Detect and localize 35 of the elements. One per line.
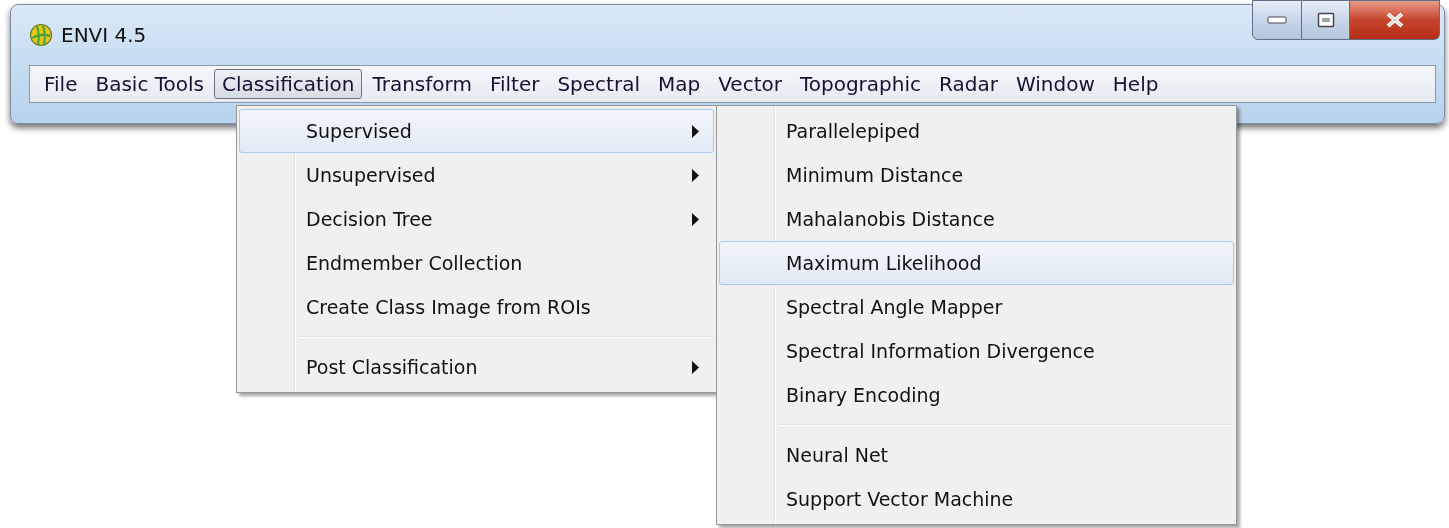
menu-bar-item[interactable]: Radar xyxy=(931,69,1006,99)
menu-bar-item[interactable]: Window xyxy=(1007,69,1103,99)
menu-bar-item[interactable]: Basic Tools xyxy=(87,69,213,99)
menu-item[interactable]: Unsupervised xyxy=(239,153,714,197)
menu-bar-item[interactable]: Transform xyxy=(364,69,480,99)
menu-item[interactable]: Decision Tree xyxy=(239,197,714,241)
menu-bar-item[interactable]: Map xyxy=(650,69,709,99)
minimize-icon xyxy=(1267,16,1287,24)
menu-item[interactable]: Mahalanobis Distance xyxy=(719,197,1234,241)
menu-bar-item[interactable]: Topographic xyxy=(791,69,930,99)
menu-bar-item[interactable]: File xyxy=(36,69,86,99)
maximize-button[interactable] xyxy=(1302,0,1350,40)
menu-item[interactable]: Create Class Image from ROIs xyxy=(239,285,714,329)
menu-bar-item[interactable]: Help xyxy=(1104,69,1167,99)
maximize-icon xyxy=(1316,12,1335,28)
close-icon xyxy=(1384,12,1405,28)
globe-logo-icon xyxy=(29,23,53,47)
menu-item[interactable]: Post Classification xyxy=(239,345,714,389)
menu-bar-item[interactable]: Filter xyxy=(481,69,548,99)
menu-bar-item[interactable]: Spectral xyxy=(549,69,648,99)
menu-item[interactable]: Supervised xyxy=(239,109,714,153)
menu-bar-item[interactable]: Classification xyxy=(214,69,363,99)
menu-item[interactable]: Binary Encoding xyxy=(719,373,1234,417)
menu-item[interactable]: Parallelepiped xyxy=(719,109,1234,153)
menu-item[interactable]: Neural Net xyxy=(719,433,1234,477)
menu-bar-item[interactable]: Vector xyxy=(710,69,790,99)
menu-item[interactable]: Maximum Likelihood xyxy=(719,241,1234,285)
window-title: ENVI 4.5 xyxy=(61,23,147,47)
minimize-button[interactable] xyxy=(1252,0,1302,40)
menu-item[interactable]: Endmember Collection xyxy=(239,241,714,285)
close-button[interactable] xyxy=(1350,0,1440,40)
menu-item[interactable]: Minimum Distance xyxy=(719,153,1234,197)
menu-item[interactable]: Spectral Angle Mapper xyxy=(719,285,1234,329)
menu-item[interactable]: Spectral Information Divergence xyxy=(719,329,1234,373)
menu-item[interactable]: Support Vector Machine xyxy=(719,477,1234,521)
